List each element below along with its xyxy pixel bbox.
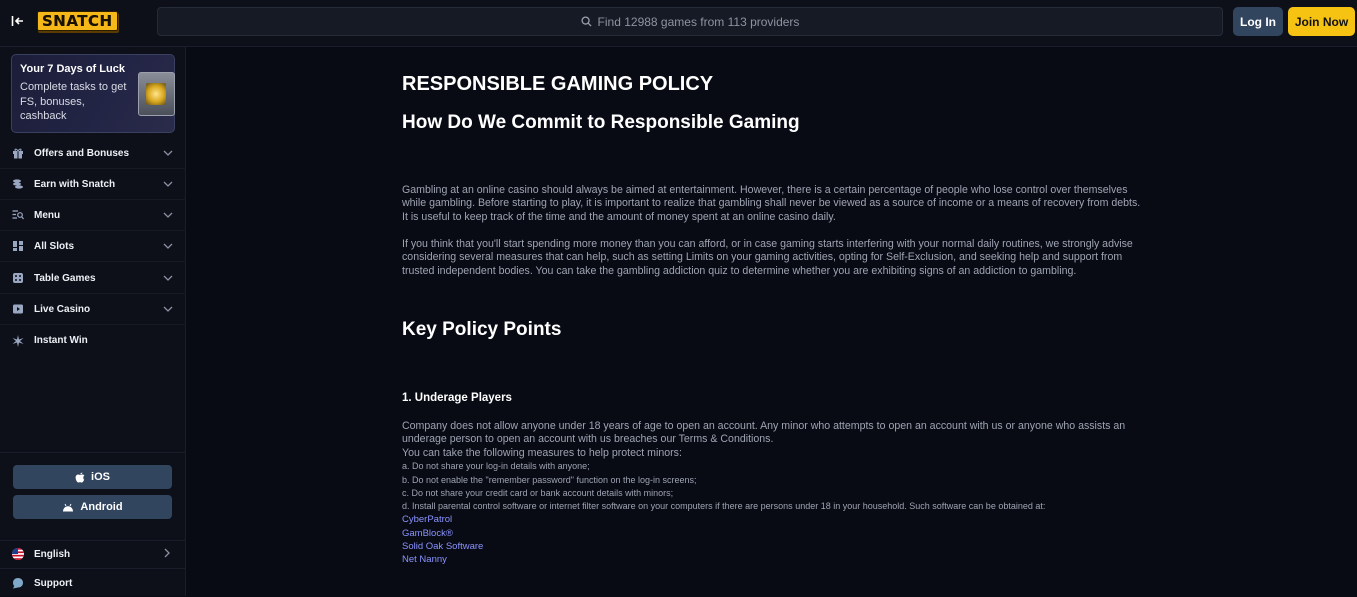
link-cyberpatrol[interactable]: CyberPatrol <box>402 513 1142 526</box>
chevron-down-icon <box>163 179 173 189</box>
sidebar-item-earn[interactable]: Earn with Snatch <box>0 169 186 200</box>
sidebar-item-live-casino[interactable]: Live Casino <box>0 294 186 325</box>
play-icon <box>12 303 24 315</box>
intro-paragraph: Gambling at an online casino should alwa… <box>402 184 1141 223</box>
sidebar-item-table-games[interactable]: Table Games <box>0 263 186 294</box>
link-gamblock[interactable]: GamBlock® <box>402 527 1142 540</box>
sidebar-item-label: Table Games <box>34 272 96 284</box>
sidebar-item-label: All Slots <box>34 240 75 252</box>
underage-section: Company does not allow anyone under 18 y… <box>402 420 1142 567</box>
promo-card[interactable]: Your 7 Days of Luck Complete tasks to ge… <box>11 54 175 133</box>
underage-paragraph: Company does not allow anyone under 18 y… <box>402 420 1126 446</box>
apple-icon <box>75 472 85 483</box>
coins-icon <box>12 178 24 190</box>
advice-paragraph: If you think that you'll start spending … <box>402 238 1133 277</box>
link-solid-oak[interactable]: Solid Oak Software <box>402 540 1142 553</box>
language-selector[interactable]: English <box>0 540 186 568</box>
sidebar-item-all-slots[interactable]: All Slots <box>0 231 186 262</box>
search-input[interactable]: Find 12988 games from 113 providers <box>157 7 1223 36</box>
safe-icon <box>138 72 175 116</box>
login-button[interactable]: Log In <box>1233 7 1283 36</box>
section-subtitle: How Do We Commit to Responsible Gaming <box>402 112 800 133</box>
chevron-right-icon <box>164 545 170 563</box>
underage-heading: 1. Underage Players <box>402 392 512 404</box>
us-flag-icon <box>12 548 24 560</box>
chevron-down-icon <box>163 210 173 220</box>
support-link[interactable]: Support <box>0 569 186 597</box>
link-net-nanny[interactable]: Net Nanny <box>402 553 1142 566</box>
measure-item: b. Do not enable the "remember password"… <box>402 474 697 485</box>
chevron-down-icon <box>163 304 173 314</box>
sidebar-item-label: Instant Win <box>34 335 88 346</box>
sidebar-item-label: Live Casino <box>34 303 91 315</box>
sidebar-item-label: Earn with Snatch <box>34 178 116 190</box>
grid-icon <box>12 240 24 252</box>
measure-item: d. Install parental control software or … <box>402 501 1046 512</box>
gift-icon <box>12 147 24 159</box>
collapse-sidebar-icon[interactable] <box>8 11 28 31</box>
policy-content: RESPONSIBLE GAMING POLICY How Do We Comm… <box>402 47 1142 596</box>
search-icon <box>581 16 592 27</box>
chat-bubble-icon <box>13 578 23 589</box>
chevron-down-icon <box>163 241 173 251</box>
key-points-heading: Key Policy Points <box>402 319 562 340</box>
ios-app-button[interactable]: iOS <box>13 465 172 489</box>
promo-text: Complete tasks to get FS, bonuses, cashb… <box>20 81 127 122</box>
chevron-down-icon <box>163 273 173 283</box>
sidebar-item-menu[interactable]: Menu <box>0 200 186 231</box>
sidebar: Your 7 Days of Luck Complete tasks to ge… <box>0 47 186 596</box>
top-bar: SNATCH Find 12988 games from 113 provide… <box>0 0 1357 47</box>
menu-search-icon <box>12 209 24 221</box>
dice-icon <box>12 272 24 284</box>
android-app-button[interactable]: Android <box>13 495 172 519</box>
measure-item: a. Do not share your log-in details with… <box>402 461 590 472</box>
android-label: Android <box>80 501 123 513</box>
android-icon <box>63 503 74 511</box>
sparkle-icon <box>12 334 24 347</box>
page-title: RESPONSIBLE GAMING POLICY <box>402 73 714 95</box>
join-now-button[interactable]: Join Now <box>1288 7 1355 36</box>
sidebar-item-label: Menu <box>34 209 61 221</box>
language-label: English <box>34 548 71 560</box>
chevron-down-icon <box>163 148 173 158</box>
sidebar-item-offers[interactable]: Offers and Bonuses <box>0 138 186 169</box>
support-label: Support <box>34 577 73 589</box>
sidebar-item-label: Offers and Bonuses <box>34 147 130 159</box>
measures-intro: You can take the following measures to h… <box>402 446 682 459</box>
promo-title: Your 7 Days of Luck <box>20 63 125 75</box>
sidebar-item-instant-win[interactable]: Instant Win <box>0 325 186 356</box>
search-placeholder: Find 12988 games from 113 providers <box>597 14 800 29</box>
divider <box>0 452 186 453</box>
measure-item: c. Do not share your credit card or bank… <box>402 487 674 498</box>
snatch-logo[interactable]: SNATCH <box>37 11 118 31</box>
ios-label: iOS <box>91 471 110 483</box>
